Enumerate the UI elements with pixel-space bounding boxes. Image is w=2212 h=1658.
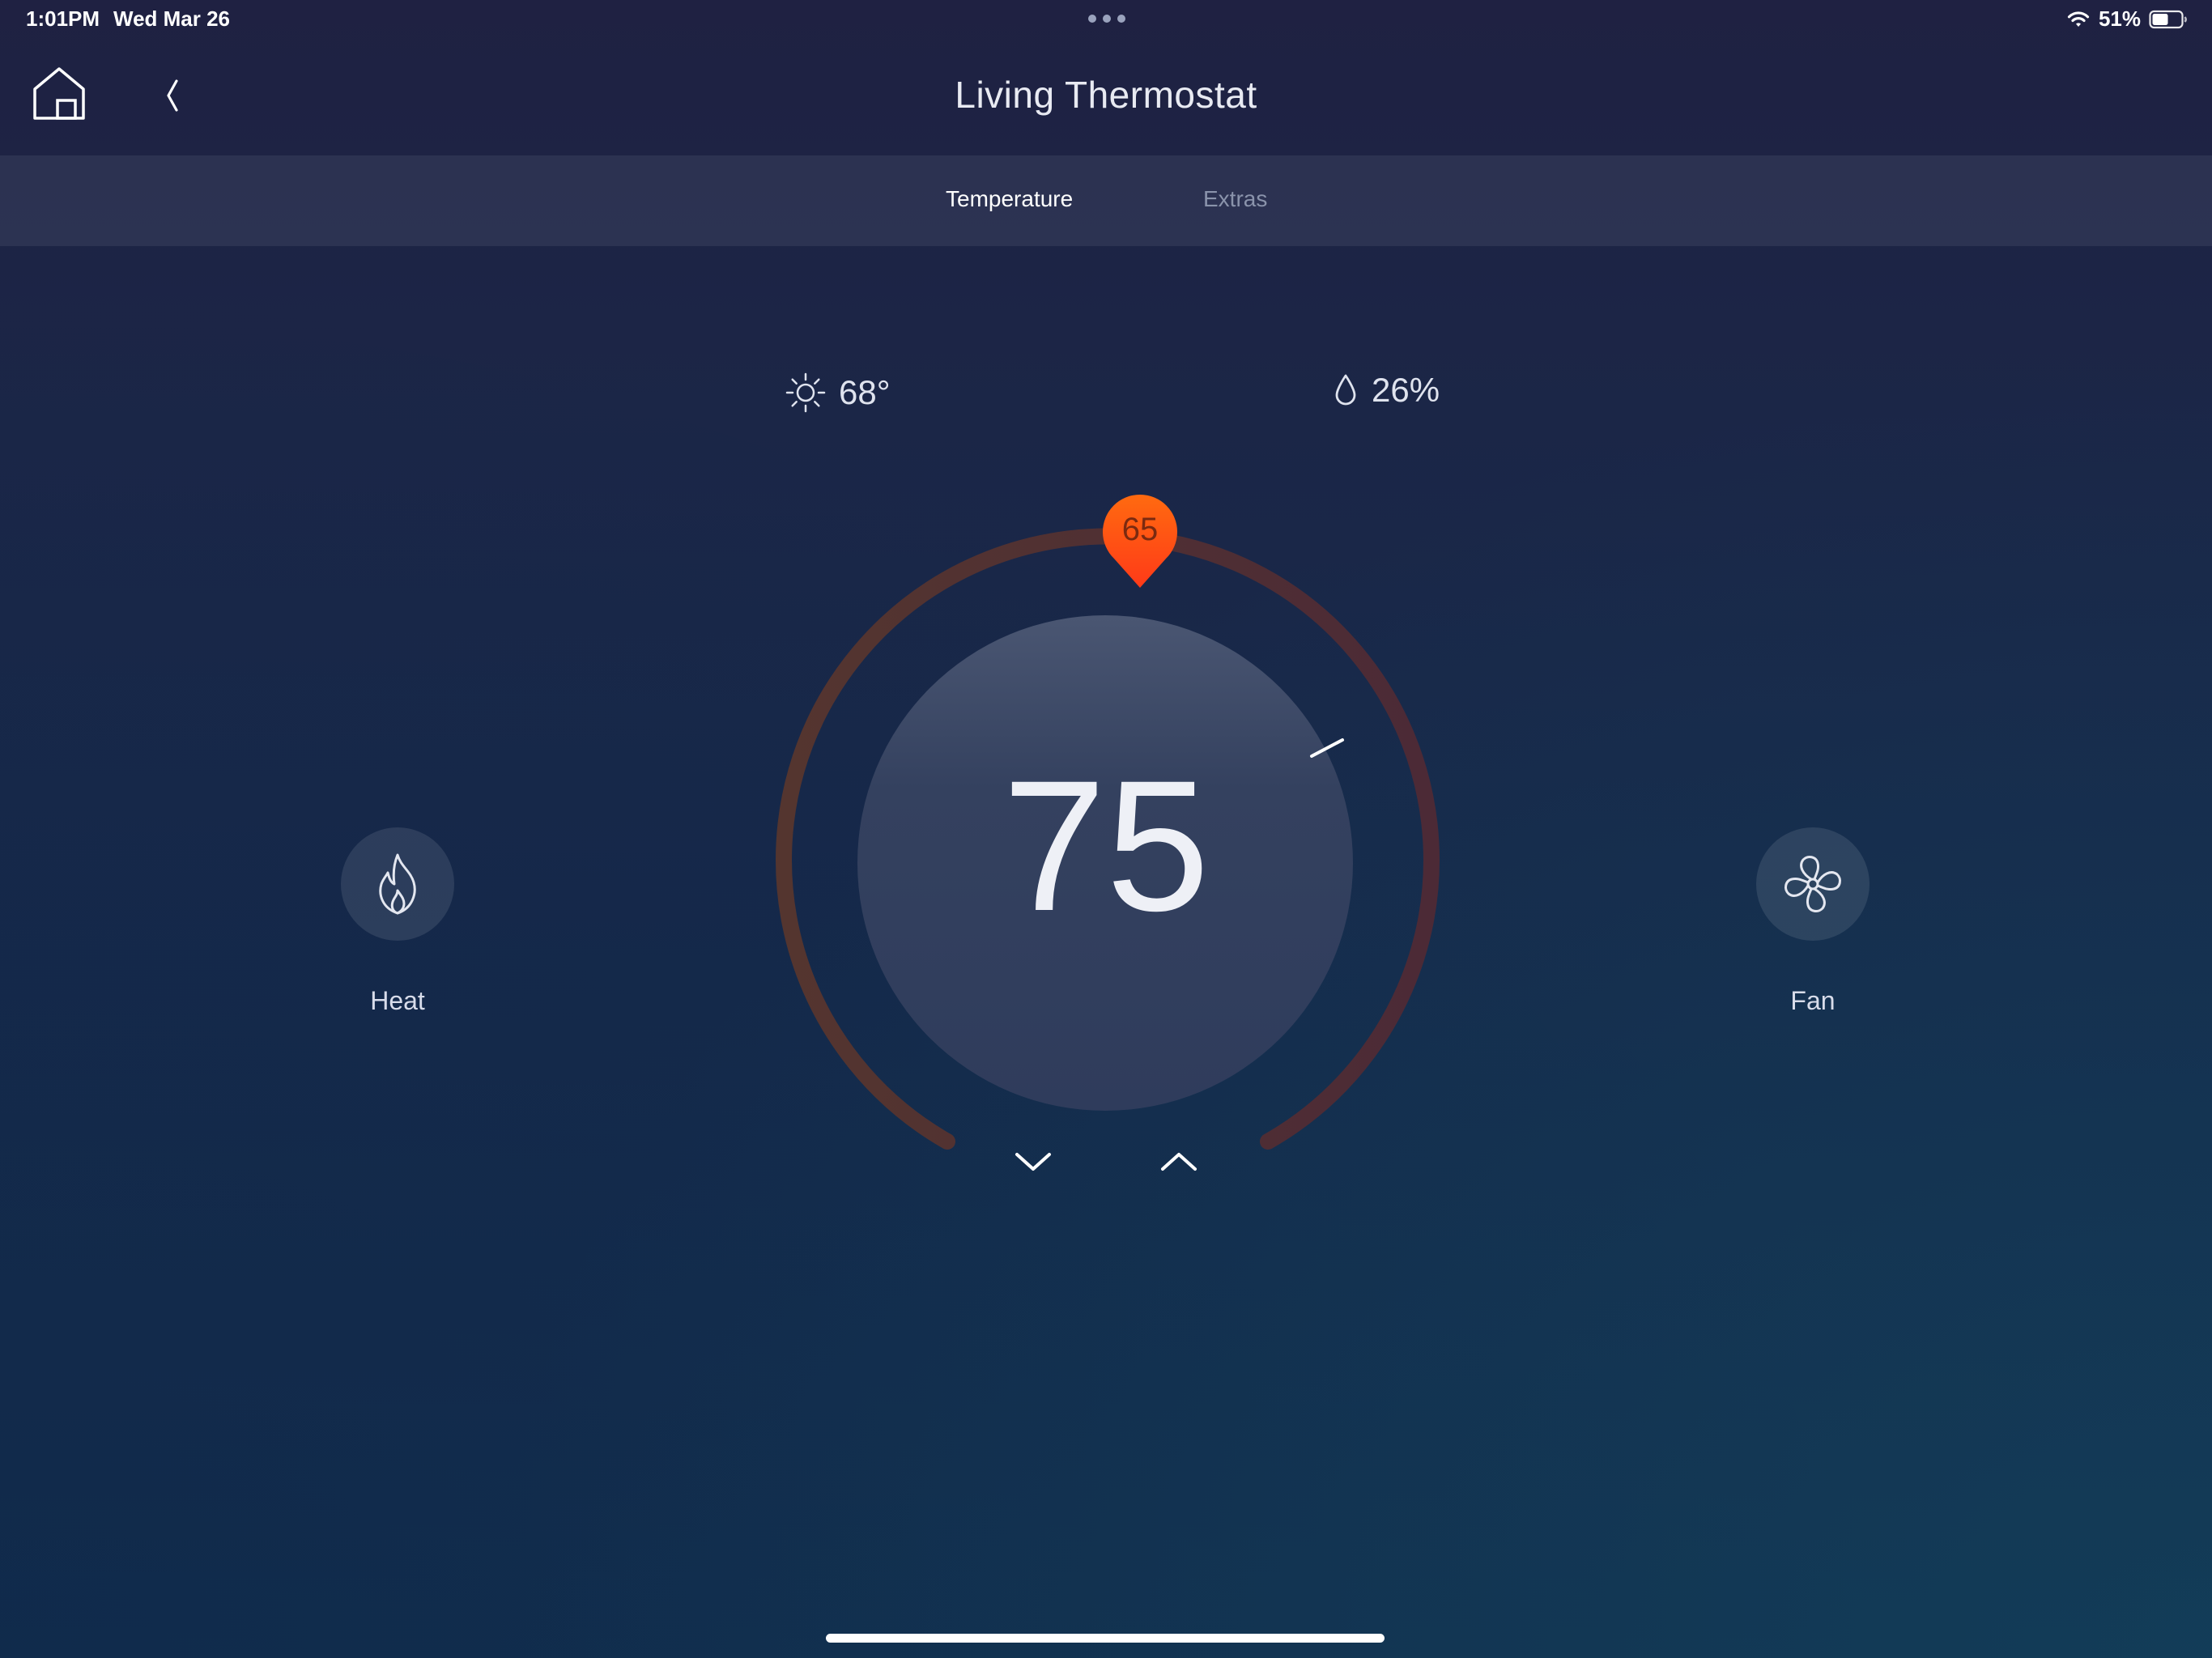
multitask-dots[interactable] xyxy=(1088,15,1125,23)
outdoor-temperature-readout: 68° xyxy=(784,371,891,414)
status-time: 1:01PM xyxy=(26,6,100,31)
droplet-icon xyxy=(1335,374,1356,406)
temperature-up-button[interactable] xyxy=(1155,1141,1203,1182)
header: Living Thermostat xyxy=(0,39,2212,155)
chevron-down-icon xyxy=(1015,1153,1051,1171)
battery-icon xyxy=(2149,10,2187,28)
status-date: Wed Mar 26 xyxy=(113,6,231,31)
heat-mode-button[interactable] xyxy=(341,827,454,941)
fan-mode-label: Fan xyxy=(1790,986,1836,1015)
status-bar: 1:01PM Wed Mar 26 51% xyxy=(0,0,2212,39)
tab-temperature[interactable]: Temperature xyxy=(946,186,1073,212)
battery-percent: 51% xyxy=(2098,6,2141,31)
humidity-readout: 26% xyxy=(1331,371,1440,410)
outdoor-temperature-value: 68° xyxy=(839,373,891,411)
chevron-up-icon xyxy=(1161,1153,1197,1171)
current-temperature: 75 xyxy=(1002,742,1210,950)
heat-mode-label: Heat xyxy=(370,986,425,1015)
flame-icon xyxy=(379,853,416,915)
tab-bar: Temperature Extras xyxy=(0,155,2212,246)
home-indicator[interactable] xyxy=(826,1634,1385,1643)
temperature-down-button[interactable] xyxy=(1009,1141,1057,1182)
sun-icon xyxy=(785,372,826,413)
setpoint-value: 65 xyxy=(1121,512,1159,547)
fan-icon xyxy=(1784,856,1841,912)
status-right: 51% xyxy=(2066,6,2188,32)
page-title: Living Thermostat xyxy=(955,74,1257,116)
fan-mode-button[interactable] xyxy=(1756,827,1870,941)
wifi-icon xyxy=(2067,11,2090,27)
tab-extras[interactable]: Extras xyxy=(1203,186,1267,212)
humidity-value: 26% xyxy=(1372,371,1440,409)
